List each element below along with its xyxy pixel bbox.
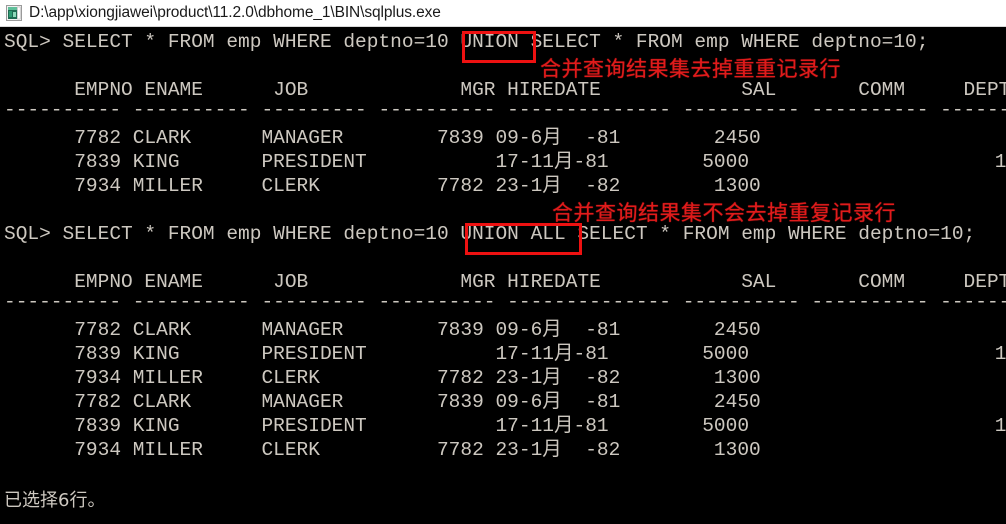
annotation-union-dedup: 合并查询结果集去掉重重记录行 <box>540 57 841 81</box>
column-separator-row-1: ---------- ---------- --------- --------… <box>4 99 1006 121</box>
table-row: 7782 CLARK MANAGER 7839 09-6月 -81 2450 1… <box>4 127 1006 149</box>
table-row: 7839 KING PRESIDENT 17-11月-81 5000 10 <box>4 343 1006 365</box>
command-line-union-all: SQL> SELECT * FROM emp WHERE deptno=10 U… <box>4 223 976 245</box>
table-row: 7782 CLARK MANAGER 7839 09-6月 -81 2450 1… <box>4 319 1006 341</box>
table-row: 7782 CLARK MANAGER 7839 09-6月 -81 2450 1… <box>4 391 1006 413</box>
table-row: 7839 KING PRESIDENT 17-11月-81 5000 10 <box>4 415 1006 437</box>
console-window-icon <box>6 5 22 21</box>
table-row: 7934 MILLER CLERK 7782 23-1月 -82 1300 10 <box>4 439 1006 461</box>
table-row: 7839 KING PRESIDENT 17-11月-81 5000 10 <box>4 151 1006 173</box>
column-separator-row-2: ---------- ---------- --------- --------… <box>4 291 1006 313</box>
table-row: 7934 MILLER CLERK 7782 23-1月 -82 1300 10 <box>4 367 1006 389</box>
table-row: 7934 MILLER CLERK 7782 23-1月 -82 1300 10 <box>4 175 1006 197</box>
window-titlebar[interactable]: D:\app\xiongjiawei\product\11.2.0\dbhome… <box>0 0 1006 27</box>
window-title-text: D:\app\xiongjiawei\product\11.2.0\dbhome… <box>29 4 441 21</box>
annotation-union-all-no-dedup: 合并查询结果集不会去掉重复记录行 <box>552 201 896 225</box>
status-line-rows-selected: 已选择6行。 <box>4 490 106 511</box>
sqlplus-console-window: D:\app\xiongjiawei\product\11.2.0\dbhome… <box>0 0 1006 524</box>
command-line-union: SQL> SELECT * FROM emp WHERE deptno=10 U… <box>4 31 929 53</box>
terminal-screen[interactable]: SQL> SELECT * FROM emp WHERE deptno=10 U… <box>0 27 1006 524</box>
